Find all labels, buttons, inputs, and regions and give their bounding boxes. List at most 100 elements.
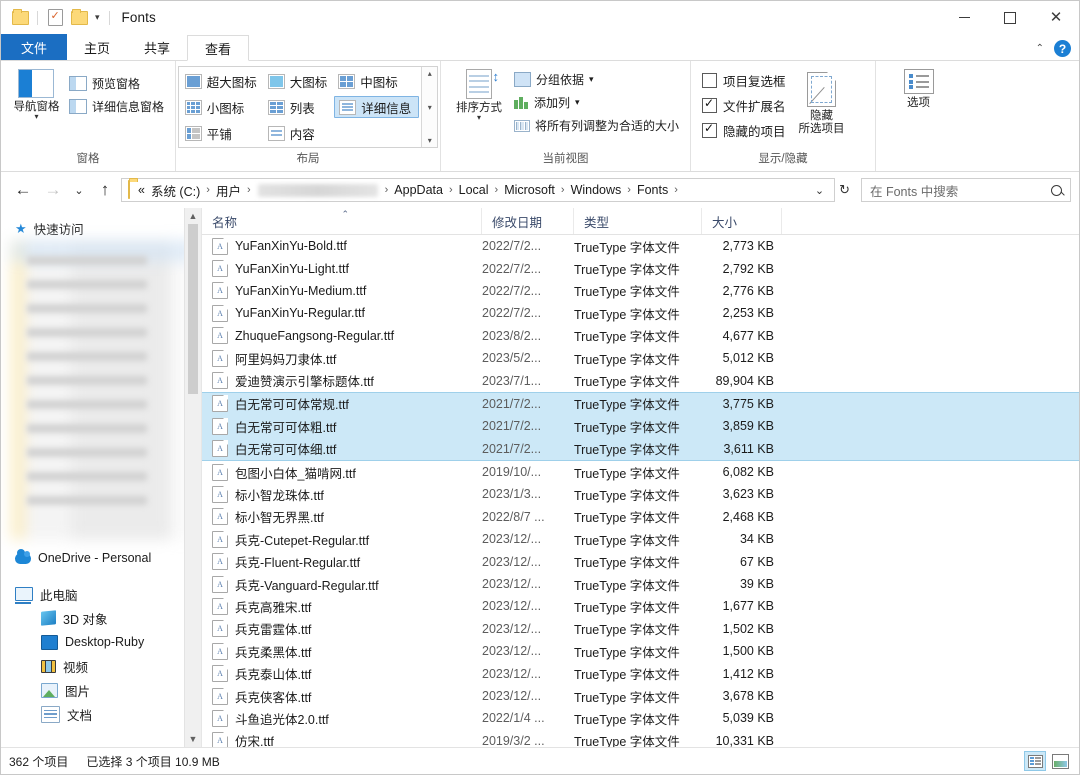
table-row[interactable]: A ZhuqueFangsong-Regular.ttf 2023/8/2... Tr…: [202, 325, 1079, 347]
breadcrumb-separator[interactable]: ›: [558, 184, 568, 196]
size-all-columns-button[interactable]: 将所有列调整为合适的大小: [510, 114, 683, 137]
breadcrumb-windows[interactable]: Windows: [568, 183, 625, 197]
breadcrumb-separator[interactable]: ›: [492, 184, 502, 196]
table-row[interactable]: A 兵克侠客体.ttf 2023/12/... TrueType 字体文件 3,678 …: [202, 685, 1079, 707]
search-icon[interactable]: [1051, 184, 1062, 196]
gallery-more-icon[interactable]: ▾: [428, 136, 432, 145]
table-row[interactable]: A 标小智无界黑.ttf 2022/8/7 ... TrueType 字体文件 2,46…: [202, 506, 1079, 528]
properties-icon[interactable]: ✓: [44, 7, 66, 29]
layout-details[interactable]: 详细信息: [334, 96, 420, 118]
breadcrumb-fonts[interactable]: Fonts: [634, 183, 671, 197]
scrollbar-thumb[interactable]: [188, 224, 198, 394]
tab-view[interactable]: 查看: [187, 35, 250, 61]
breadcrumb-separator[interactable]: ›: [244, 184, 254, 196]
preview-pane-button[interactable]: 预览窗格: [65, 72, 168, 95]
folder-icon[interactable]: [9, 7, 31, 29]
sidebar-item-this-pc[interactable]: 此电脑: [1, 582, 185, 606]
table-row[interactable]: A YuFanXinYu-Bold.ttf 2022/7/2... TrueType …: [202, 235, 1079, 257]
scroll-up-icon[interactable]: ▲: [189, 208, 198, 224]
sidebar-scrollbar[interactable]: ▲ ▼: [184, 208, 201, 747]
scroll-up-icon[interactable]: ▴: [428, 69, 432, 78]
sidebar-item-documents[interactable]: 文档: [1, 702, 185, 726]
breadcrumb-appdata[interactable]: AppData: [391, 183, 446, 197]
details-pane-button[interactable]: 详细信息窗格: [65, 95, 168, 118]
column-header-date-modified[interactable]: 修改日期: [482, 208, 574, 234]
collapse-ribbon-icon[interactable]: ⌃: [1036, 43, 1044, 54]
chevron-down-icon[interactable]: ▾: [92, 12, 103, 23]
breadcrumb-separator[interactable]: ›: [671, 184, 681, 196]
close-button[interactable]: ✕: [1033, 1, 1079, 34]
item-checkboxes-option[interactable]: 项目复选框: [698, 68, 790, 93]
chevron-down-icon[interactable]: ⌄: [809, 184, 830, 197]
large-icons-view-button[interactable]: [1049, 751, 1071, 771]
breadcrumb-microsoft[interactable]: Microsoft: [501, 183, 558, 197]
checkbox-unchecked-icon[interactable]: [702, 73, 717, 88]
up-button[interactable]: ↑: [91, 177, 119, 203]
table-row[interactable]: A 兵克-Cutepet-Regular.ttf 2023/12/... TrueTy…: [202, 528, 1079, 550]
checkbox-checked-icon[interactable]: [702, 121, 717, 138]
sidebar-item-onedrive[interactable]: OneDrive - Personal: [1, 546, 185, 570]
search-input[interactable]: 在 Fonts 中搜索: [861, 178, 1071, 202]
table-row[interactable]: A 兵克柔黑体.ttf 2023/12/... TrueType 字体文件 1,500 …: [202, 640, 1079, 662]
breadcrumb-overflow[interactable]: «: [135, 183, 148, 197]
column-header-size[interactable]: 大小: [702, 208, 782, 234]
table-row[interactable]: A 兵克雷霆体.ttf 2023/12/... TrueType 字体文件 1,502 …: [202, 618, 1079, 640]
table-row[interactable]: A 兵克-Fluent-Regular.ttf 2023/12/... TrueTyp…: [202, 550, 1079, 572]
file-extensions-option[interactable]: 文件扩展名: [698, 93, 790, 118]
tab-share[interactable]: 共享: [127, 34, 187, 60]
help-icon[interactable]: ?: [1054, 40, 1071, 57]
table-row[interactable]: A 爱迪赞演示引擎标题体.ttf 2023/7/1... TrueType 字体文件 8…: [202, 369, 1079, 391]
layout-extra-large-icons[interactable]: 超大图标: [181, 70, 264, 92]
sidebar-item-desktop-ruby[interactable]: Desktop-Ruby: [1, 630, 185, 654]
table-row[interactable]: A 兵克泰山体.ttf 2023/12/... TrueType 字体文件 1,412 …: [202, 662, 1079, 684]
gallery-scroll[interactable]: ▴ ▾ ▾: [421, 67, 438, 147]
sidebar-item-pictures[interactable]: 图片: [1, 678, 185, 702]
forward-button[interactable]: →: [39, 177, 67, 203]
breadcrumb-local[interactable]: Local: [456, 183, 492, 197]
scroll-down-icon[interactable]: ▼: [189, 731, 198, 747]
sidebar-item-quick-access[interactable]: ★ 快速访问: [1, 216, 201, 240]
breadcrumb[interactable]: « 系统 (C:) › 用户 › › AppData › Local › Mic…: [121, 178, 836, 202]
table-row[interactable]: A YuFanXinYu-Light.ttf 2022/7/2... TrueType…: [202, 257, 1079, 279]
breadcrumb-separator[interactable]: ›: [382, 184, 392, 196]
minimize-button[interactable]: [941, 1, 987, 34]
table-row[interactable]: A 斗鱼追光体2.0.ttf 2022/1/4 ... TrueType 字体文件 5,…: [202, 707, 1079, 729]
table-row[interactable]: A 标小智龙珠体.ttf 2023/1/3... TrueType 字体文件 3,623…: [202, 483, 1079, 505]
navigation-pane-button[interactable]: 导航窗格 ▾: [8, 66, 65, 121]
table-row[interactable]: A 兵克高雅宋.ttf 2023/12/... TrueType 字体文件 1,677 …: [202, 595, 1079, 617]
table-row[interactable]: A 包图小白体_猫啃网.ttf 2019/10/... TrueType 字体文件 6,…: [202, 461, 1079, 483]
maximize-button[interactable]: [987, 1, 1033, 34]
table-row[interactable]: A YuFanXinYu-Medium.ttf 2022/7/2... TrueTyp…: [202, 280, 1079, 302]
breadcrumb-users[interactable]: 用户: [213, 181, 244, 200]
details-view-button[interactable]: [1024, 751, 1046, 771]
layout-small-icons[interactable]: 小图标: [181, 96, 264, 118]
layout-list[interactable]: 列表: [264, 96, 335, 118]
layout-large-icons[interactable]: 大图标: [264, 70, 335, 92]
checkbox-checked-icon[interactable]: [702, 96, 717, 113]
breadcrumb-separator[interactable]: ›: [624, 184, 634, 196]
sort-by-button[interactable]: ↕ 排序方式 ▾: [448, 66, 510, 122]
column-header-type[interactable]: 类型: [574, 208, 702, 234]
table-row[interactable]: A 兵克-Vanguard-Regular.ttf 2023/12/... TrueT…: [202, 573, 1079, 595]
back-button[interactable]: ←: [9, 177, 37, 203]
table-row[interactable]: A 白无常可可体细.ttf 2021/7/2... TrueType 字体文件 3,61…: [202, 437, 1079, 461]
table-row[interactable]: A YuFanXinYu-Regular.ttf 2022/7/2... TrueTy…: [202, 302, 1079, 324]
tab-file[interactable]: 文件: [1, 34, 68, 60]
add-columns-button[interactable]: 添加列 ▾: [510, 91, 683, 114]
new-folder-icon[interactable]: [68, 7, 90, 29]
table-row[interactable]: A 白无常可可体常规.ttf 2021/7/2... TrueType 字体文件 3,7…: [202, 391, 1079, 416]
recent-locations-button[interactable]: ⌄: [69, 177, 89, 203]
refresh-button[interactable]: ↻: [837, 182, 855, 198]
breadcrumb-separator[interactable]: ›: [446, 184, 456, 196]
sidebar-item-videos[interactable]: 视频: [1, 654, 185, 678]
table-row[interactable]: A 白无常可可体粗.ttf 2021/7/2... TrueType 字体文件 3,85…: [202, 415, 1079, 438]
scroll-down-icon[interactable]: ▾: [428, 103, 432, 112]
table-row[interactable]: A 阿里妈妈刀隶体.ttf 2023/5/2... TrueType 字体文件 5,01…: [202, 347, 1079, 369]
hidden-items-option[interactable]: 隐藏的项目: [698, 118, 790, 143]
layout-medium-icons[interactable]: 中图标: [334, 70, 419, 92]
hide-selected-items-button[interactable]: 隐藏 所选项目: [790, 66, 854, 136]
breadcrumb-username-redacted[interactable]: [257, 183, 378, 197]
table-row[interactable]: A 仿宋.ttf 2019/3/2 ... TrueType 字体文件 10,331 K…: [202, 730, 1079, 747]
breadcrumb-system-c[interactable]: 系统 (C:): [148, 181, 203, 200]
layout-tiles[interactable]: 平铺: [181, 122, 264, 144]
